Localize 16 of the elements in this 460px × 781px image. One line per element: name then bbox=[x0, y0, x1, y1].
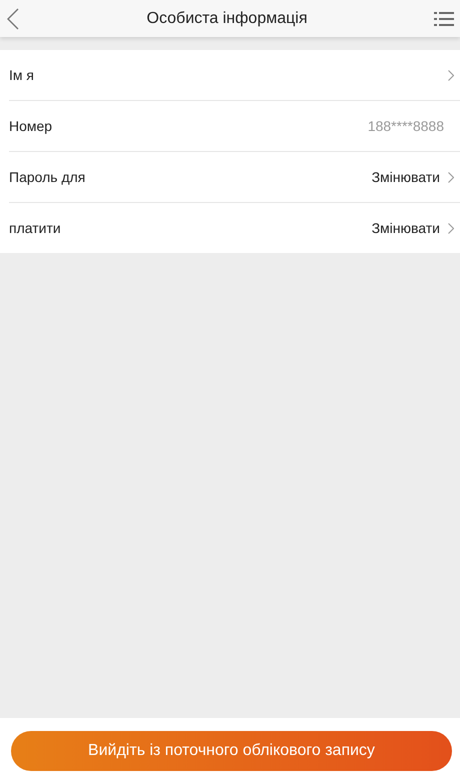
settings-row[interactable]: платити Змінювати bbox=[9, 203, 460, 253]
row-value: Змінювати bbox=[372, 220, 440, 236]
settings-row[interactable]: Ім я bbox=[9, 50, 460, 101]
row-label: платити bbox=[9, 220, 62, 236]
settings-row[interactable]: Пароль для Змінювати bbox=[9, 152, 460, 203]
row-label: Ім я bbox=[9, 67, 35, 83]
chevron-right-icon bbox=[448, 172, 454, 182]
row-label: Пароль для bbox=[9, 169, 86, 185]
row-value: Змінювати bbox=[372, 169, 440, 185]
chevron-right-icon bbox=[448, 222, 454, 234]
menu-icon[interactable] bbox=[434, 10, 454, 26]
page-title: Особиста інформація bbox=[146, 10, 308, 28]
row-value: 188****8888 bbox=[368, 118, 444, 134]
row-label: Номер bbox=[9, 118, 54, 134]
chevron-right-icon bbox=[448, 70, 454, 80]
back-icon[interactable] bbox=[6, 8, 20, 30]
